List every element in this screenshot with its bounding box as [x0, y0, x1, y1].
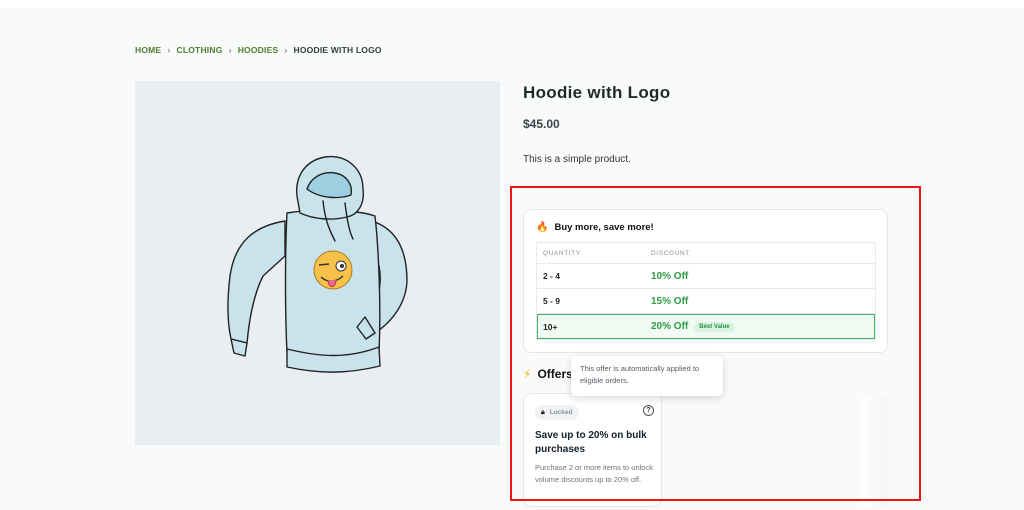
product-image[interactable] [135, 81, 500, 445]
hoodie-illustration [227, 155, 408, 373]
breadcrumb-clothing[interactable]: CLOTHING [177, 45, 223, 55]
product-price: $45.00 [523, 117, 560, 131]
breadcrumb-separator: › [284, 45, 288, 55]
breadcrumb: HOME › CLOTHING › HOODIES › HOODIE WITH … [135, 45, 382, 55]
product-description: This is a simple product. [523, 154, 631, 165]
breadcrumb-hoodies[interactable]: HOODIES [238, 45, 279, 55]
breadcrumb-current: HOODIE WITH LOGO [293, 45, 382, 55]
highlight-box [510, 186, 921, 501]
breadcrumb-separator: › [228, 45, 232, 55]
product-title: Hoodie with Logo [523, 83, 671, 102]
breadcrumb-home[interactable]: HOME [135, 45, 161, 55]
breadcrumb-separator: › [167, 45, 171, 55]
